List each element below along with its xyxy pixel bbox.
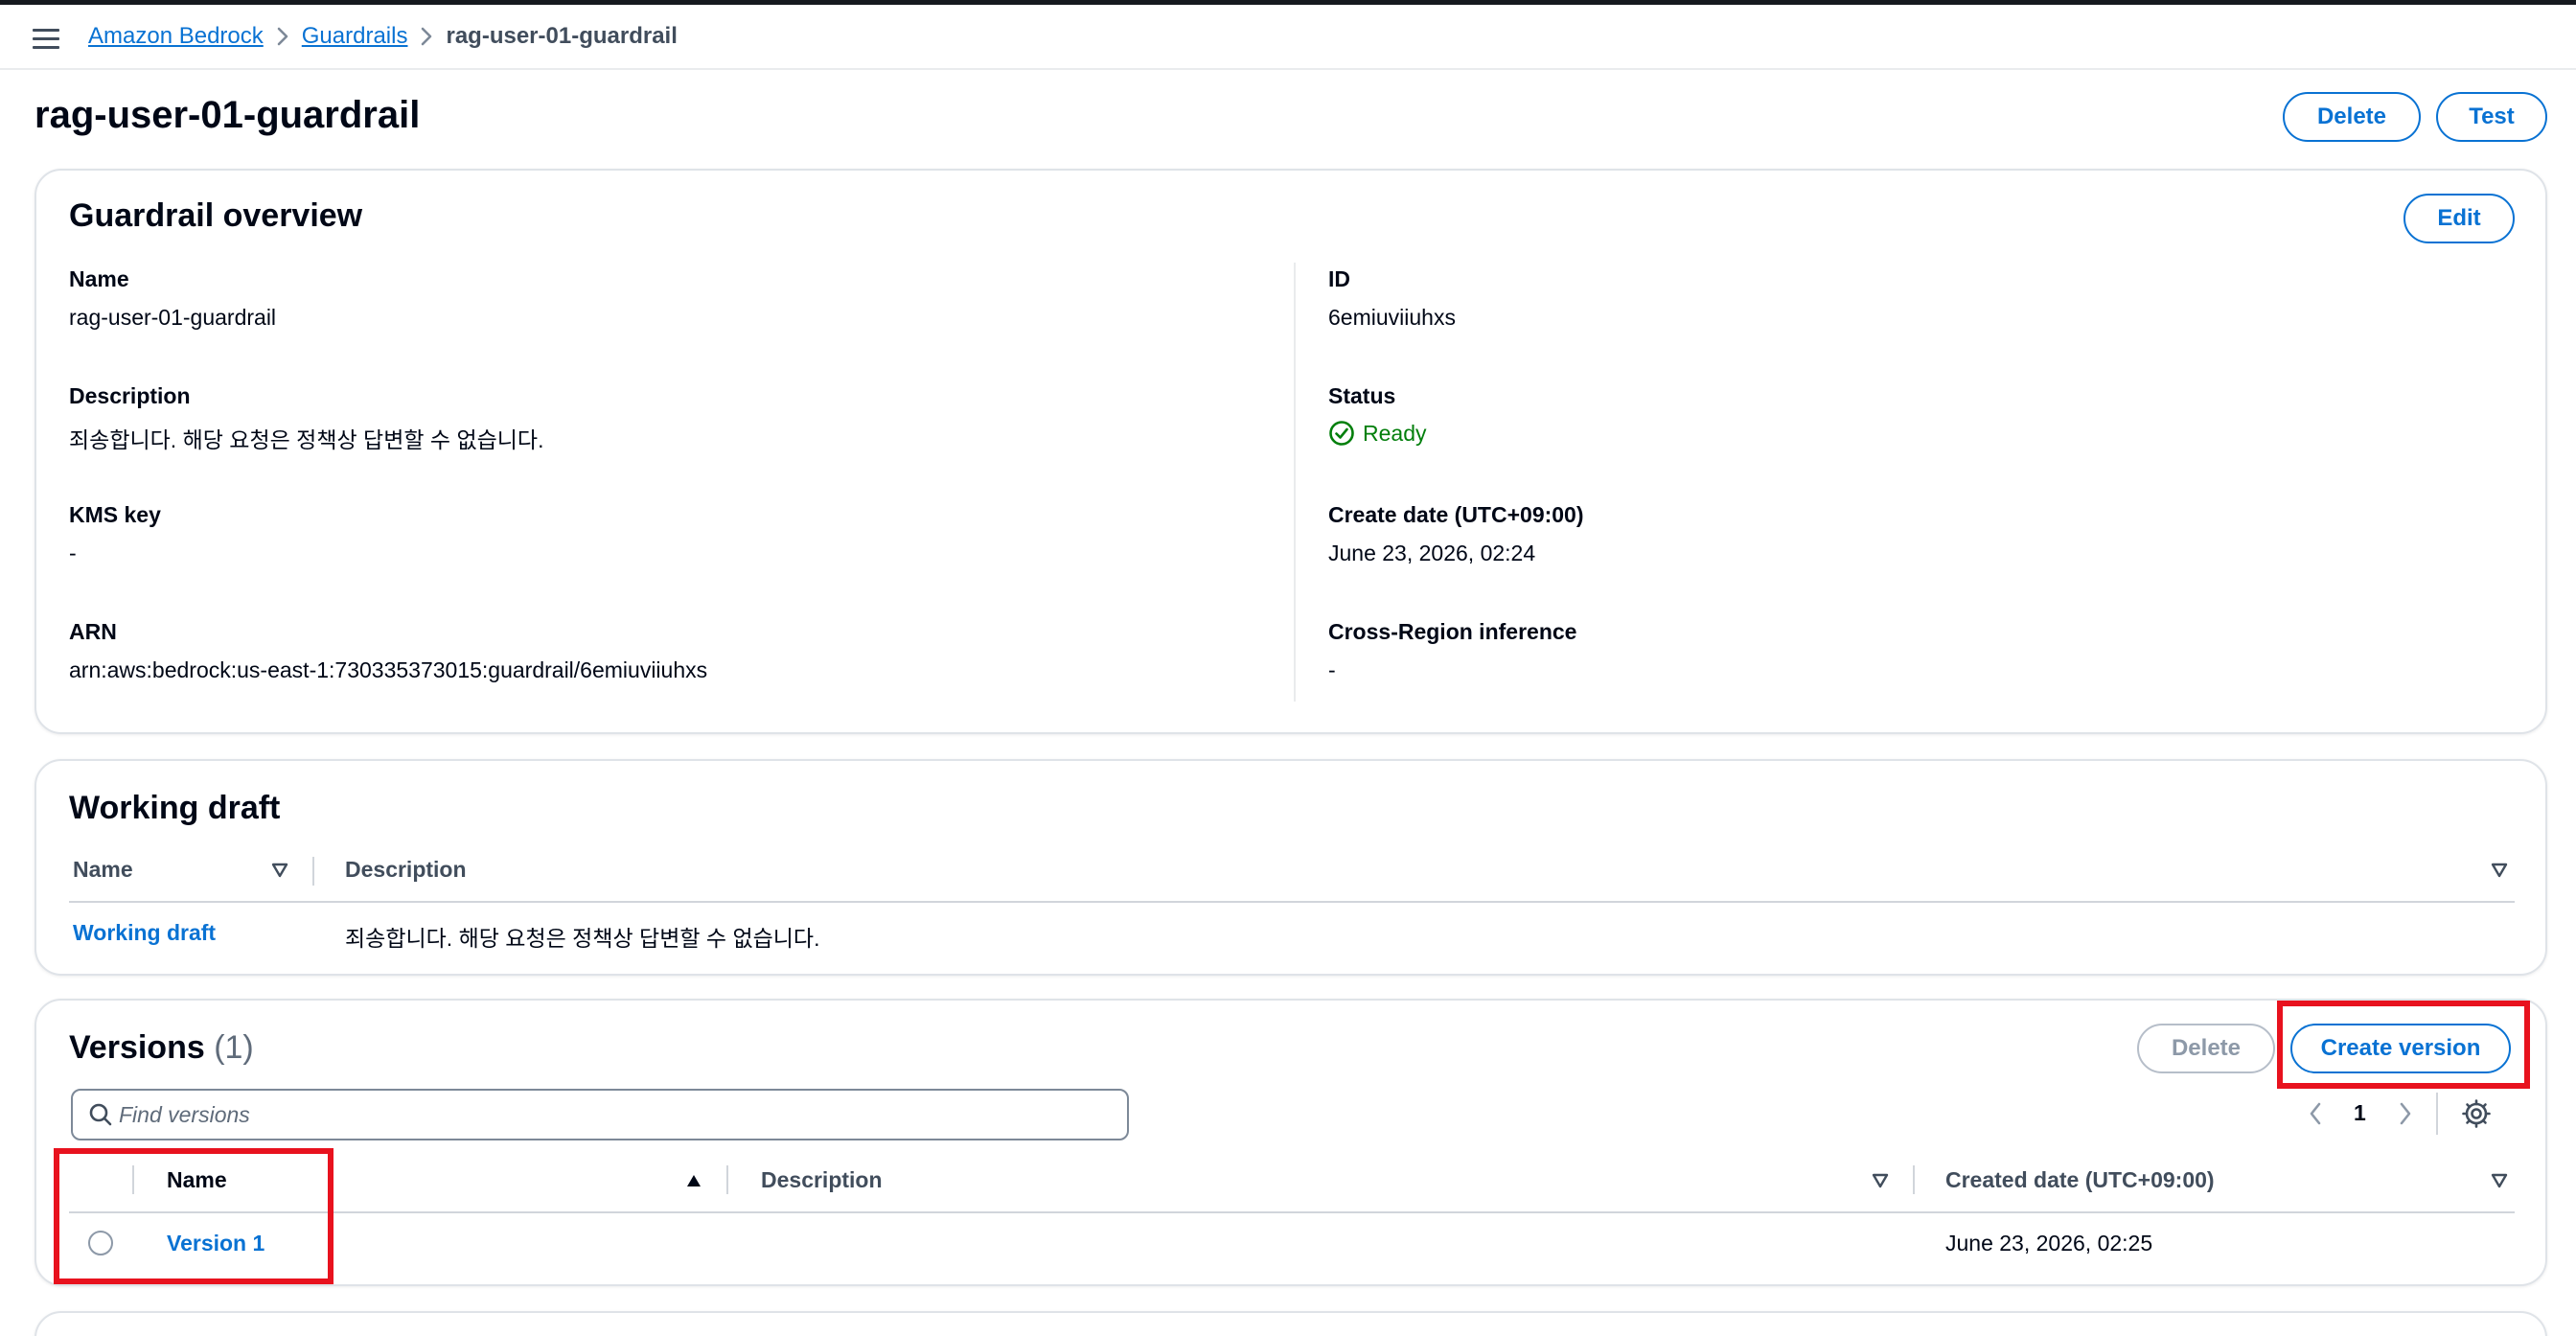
name-label: Name: [69, 266, 129, 291]
working-draft-description: 죄송합니다. 해당 요청은 정책상 답변할 수 없습니다.: [345, 926, 820, 951]
kms-key-value: -: [69, 541, 77, 565]
status-badge: Ready: [1328, 420, 1426, 447]
kms-key-label: KMS key: [69, 502, 161, 527]
test-button[interactable]: Test: [2436, 92, 2547, 142]
sort-up-icon[interactable]: [684, 1171, 703, 1190]
table-header-rule: [69, 901, 2515, 903]
status-label: Status: [1328, 383, 1396, 408]
versions-count: (1): [214, 1029, 254, 1066]
column-divider: [1294, 263, 1296, 702]
app-bar: Amazon Bedrock Guardrails rag-user-01-gu…: [0, 5, 2576, 70]
check-circle-icon: [1329, 421, 1354, 446]
create-date-value: June 23, 2026, 02:24: [1328, 541, 1536, 565]
breadcrumb-current: rag-user-01-guardrail: [446, 23, 678, 49]
chevron-right-icon: [407, 22, 446, 51]
sort-down-icon[interactable]: [2490, 1171, 2509, 1190]
page-title: rag-user-01-guardrail: [34, 94, 421, 136]
name-value: rag-user-01-guardrail: [69, 305, 277, 330]
breadcrumb-guardrails[interactable]: Guardrails: [302, 23, 408, 50]
working-draft-title: Working draft: [69, 790, 281, 826]
chevron-right-icon: [264, 22, 302, 51]
versions-panel: Versions (1) Delete Create version 1 Nam…: [34, 999, 2547, 1286]
arn-label: ARN: [69, 619, 117, 644]
search-icon: [89, 1103, 112, 1126]
delete-guardrail-button[interactable]: Delete: [2283, 92, 2421, 142]
column-separator: [726, 1165, 728, 1194]
cross-region-label: Cross-Region inference: [1328, 619, 1577, 644]
delete-version-button[interactable]: Delete: [2137, 1024, 2275, 1073]
highlight-version-name: [54, 1148, 334, 1284]
table-header-rule: [69, 1211, 2515, 1213]
column-separator: [312, 857, 314, 886]
version-created-date: June 23, 2026, 02:25: [1945, 1231, 2153, 1255]
sort-down-icon[interactable]: [270, 861, 289, 880]
search-box[interactable]: [71, 1089, 1129, 1140]
description-value: 죄송합니다. 해당 요청은 정책상 답변할 수 없습니다.: [69, 427, 544, 452]
guardrail-overview-panel: Guardrail overview Edit Name rag-user-01…: [34, 169, 2547, 734]
edit-button[interactable]: Edit: [2404, 194, 2515, 243]
column-header-description[interactable]: Description: [761, 1167, 883, 1193]
sort-down-icon[interactable]: [2490, 861, 2509, 880]
column-header-description[interactable]: Description: [345, 857, 467, 883]
sort-down-icon[interactable]: [1871, 1171, 1890, 1190]
versions-title: Versions (1): [69, 1029, 254, 1066]
cross-region-value: -: [1328, 657, 1336, 682]
highlight-create-version: [2277, 1001, 2530, 1089]
next-panel: [34, 1311, 2547, 1336]
working-draft-panel: Working draft Name Description Working d…: [34, 759, 2547, 976]
column-header-created[interactable]: Created date (UTC+09:00): [1945, 1167, 2215, 1193]
breadcrumb: Amazon Bedrock Guardrails rag-user-01-gu…: [88, 22, 678, 51]
id-label: ID: [1328, 266, 1350, 291]
id-value: 6emiuviiuhxs: [1328, 305, 1456, 330]
chevron-right-icon[interactable]: [2396, 1100, 2415, 1127]
working-draft-link[interactable]: Working draft: [73, 920, 216, 946]
description-label: Description: [69, 383, 191, 408]
settings-gear-icon[interactable]: [2461, 1098, 2492, 1129]
chevron-left-icon[interactable]: [2306, 1100, 2325, 1127]
status-value: Ready: [1363, 420, 1427, 446]
create-date-label: Create date (UTC+09:00): [1328, 502, 1584, 527]
pagination-separator: [2436, 1093, 2438, 1135]
page-number[interactable]: 1: [2354, 1100, 2366, 1126]
column-separator: [1913, 1165, 1915, 1194]
menu-icon[interactable]: [33, 29, 59, 50]
breadcrumb-amazon-bedrock[interactable]: Amazon Bedrock: [88, 23, 264, 50]
search-input[interactable]: [119, 1095, 1077, 1134]
column-header-name[interactable]: Name: [73, 857, 133, 883]
overview-title: Guardrail overview: [69, 197, 363, 234]
arn-value: arn:aws:bedrock:us-east-1:730335373015:g…: [69, 657, 708, 682]
